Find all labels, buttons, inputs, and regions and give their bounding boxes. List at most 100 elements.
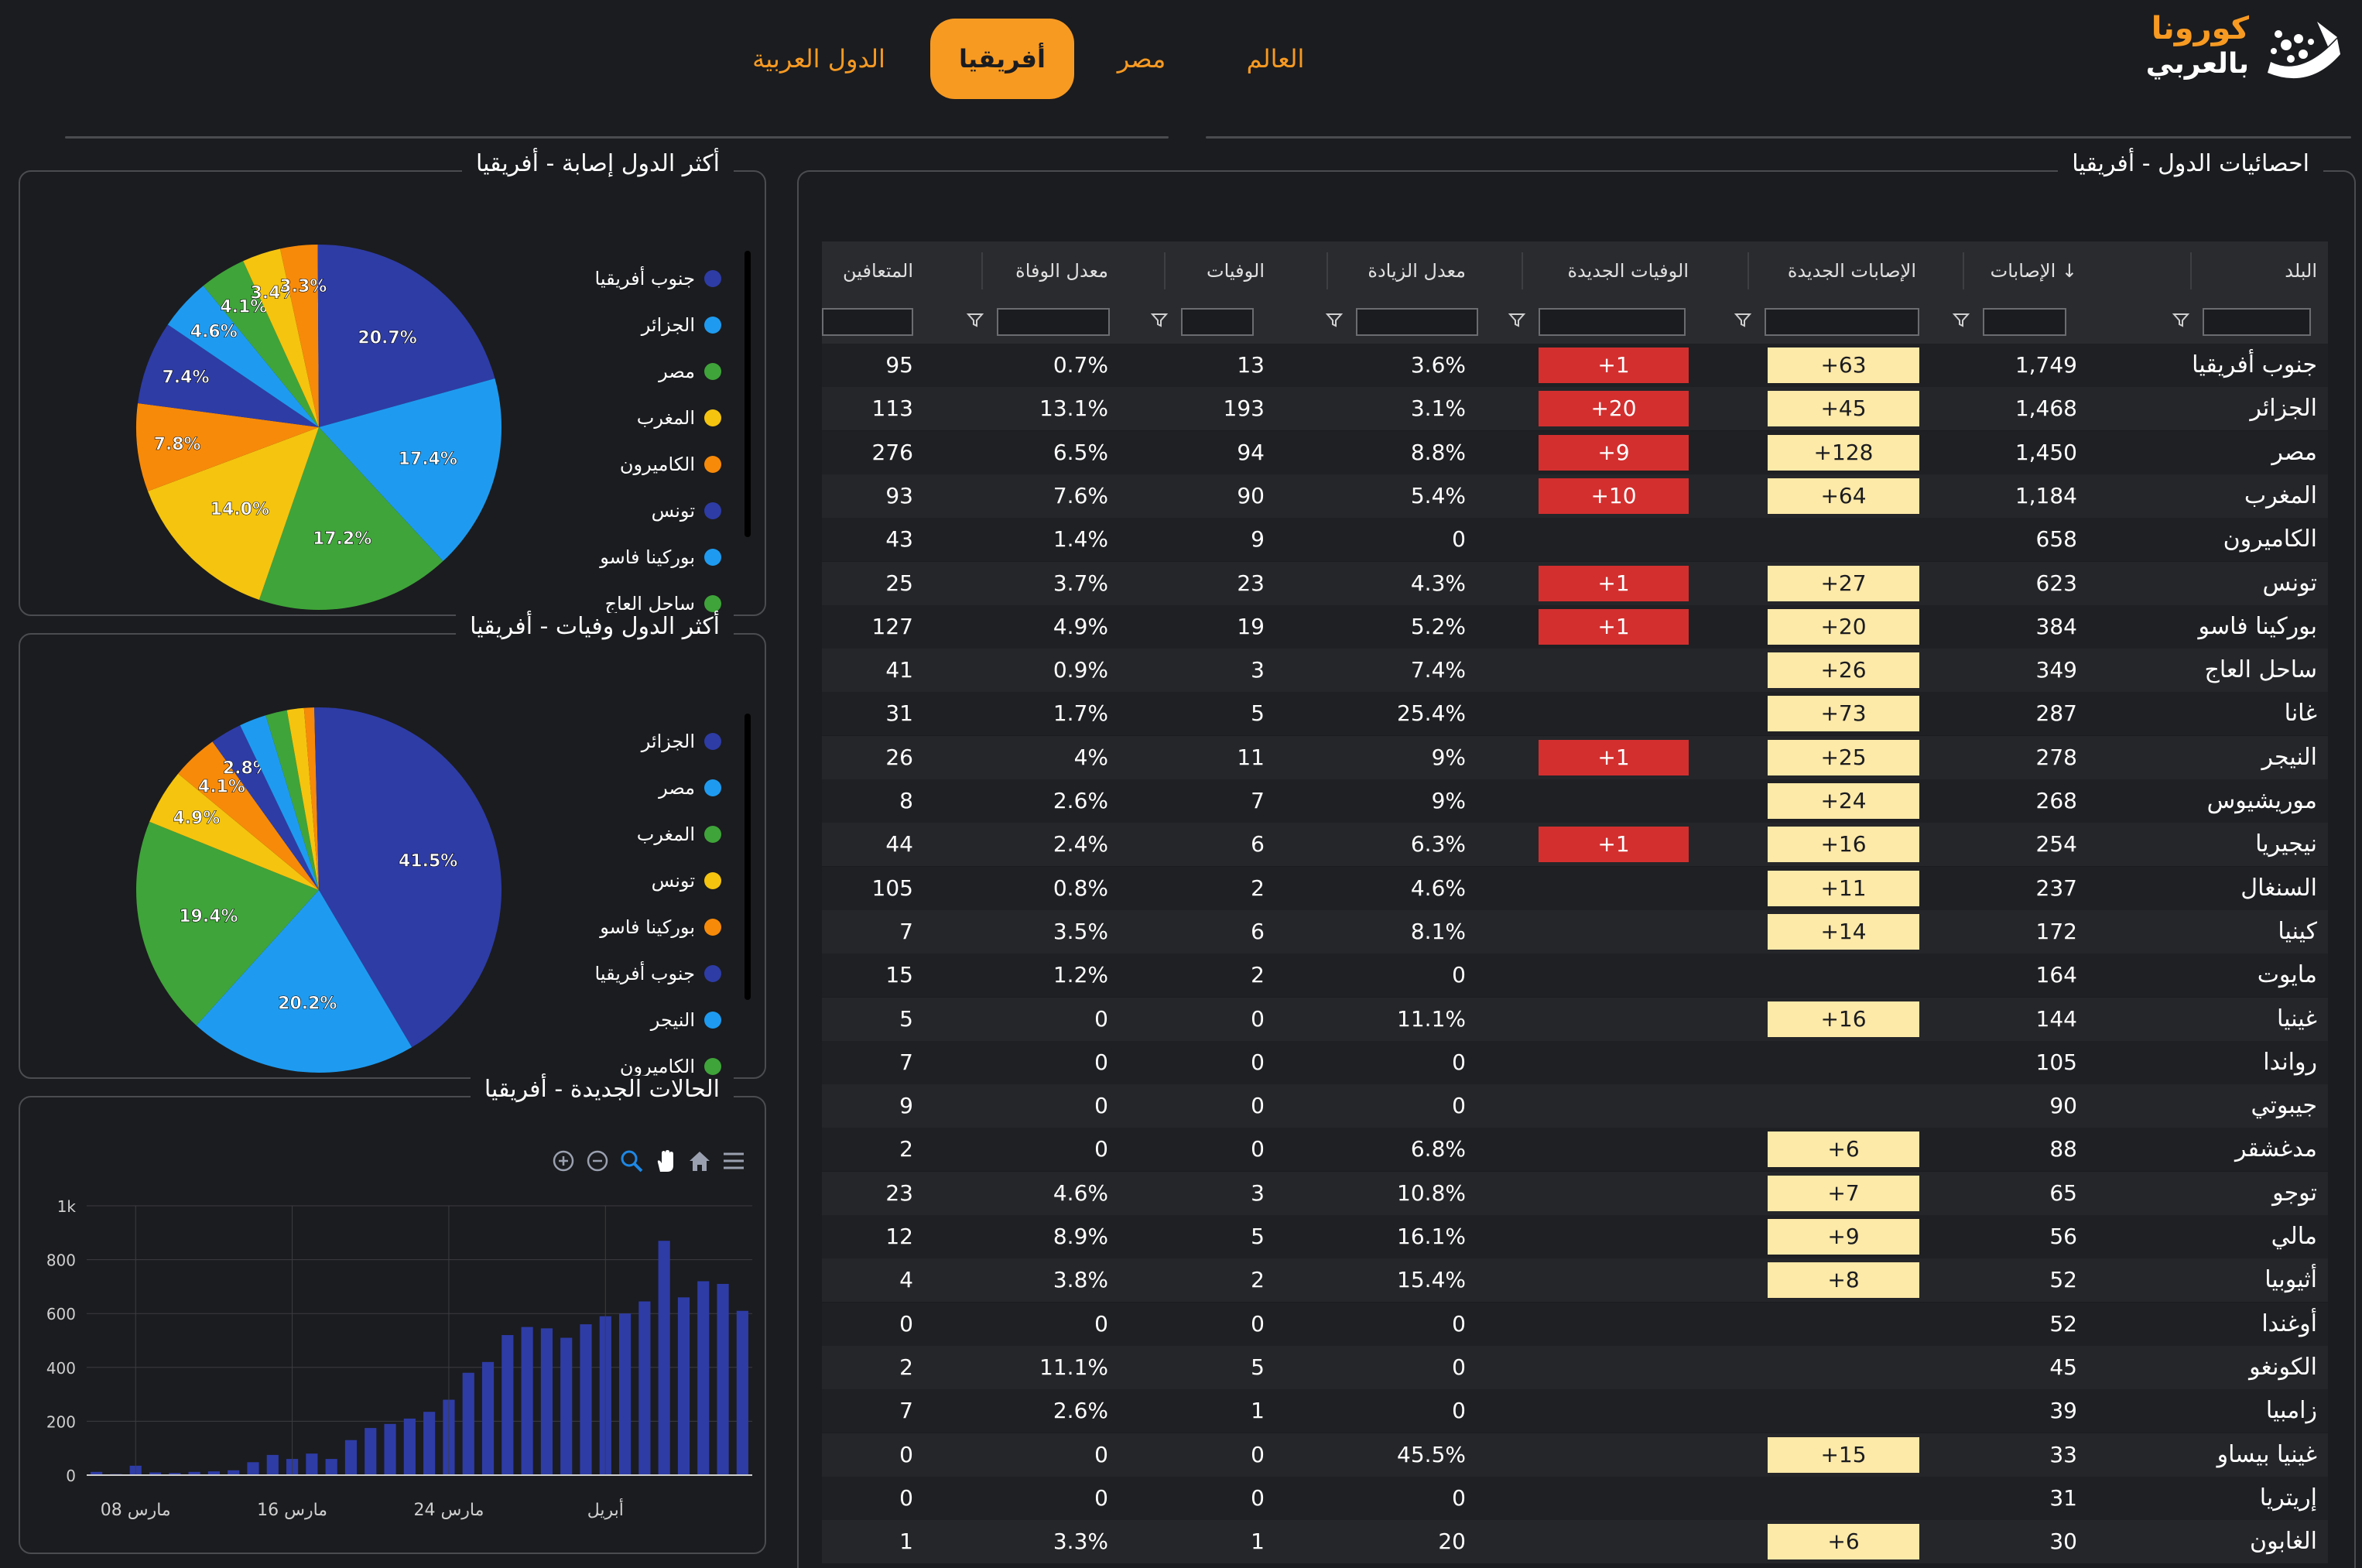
filter-input-fatality-rate[interactable] — [997, 308, 1110, 336]
legend-item[interactable]: المغرب — [637, 819, 721, 850]
filter-input-deaths[interactable] — [1181, 308, 1254, 336]
bar[interactable] — [306, 1453, 318, 1475]
zoom-in-icon[interactable] — [551, 1149, 576, 1173]
table-row[interactable]: موريشيوس 268 +24 9% 7 2.6% 8 — [822, 779, 2328, 823]
table-row[interactable]: غينيا بيساو 33 +15 45.5% 0 0 0 — [822, 1433, 2328, 1477]
filter-input-country[interactable] — [2203, 308, 2311, 336]
column-header-recovered[interactable]: المتعافين — [712, 241, 913, 300]
legend-item[interactable]: مصر — [659, 772, 721, 803]
column-divider[interactable] — [981, 252, 983, 289]
bar[interactable] — [266, 1454, 279, 1475]
bar[interactable] — [658, 1241, 670, 1475]
legend-item[interactable]: تونس — [652, 865, 721, 896]
filter-icon[interactable] — [1150, 311, 1169, 330]
zoom-out-icon[interactable] — [585, 1149, 610, 1173]
column-divider[interactable] — [1164, 252, 1166, 289]
filter-input-cases[interactable] — [1983, 308, 2066, 336]
table-row[interactable]: زامبيا 39 0 1 2.6% 7 — [822, 1389, 2328, 1433]
bar[interactable] — [521, 1327, 533, 1475]
bar[interactable] — [344, 1440, 358, 1475]
legend-scrollbar[interactable] — [745, 714, 751, 1000]
legend-item[interactable]: بوركينا فاسو — [600, 912, 721, 943]
table-row[interactable]: الكونغو 45 0 5 11.1% 2 — [822, 1345, 2328, 1389]
legend-item[interactable]: النيجر — [651, 1005, 721, 1036]
legend-item[interactable]: مصر — [659, 356, 721, 387]
legend-item[interactable]: جنوب أفريقيا — [595, 958, 721, 989]
bar[interactable] — [540, 1328, 553, 1475]
table-row[interactable]: السنغال 237 +11 4.6% 2 0.8% 105 — [822, 866, 2328, 910]
column-divider[interactable] — [1522, 252, 1523, 289]
table-row[interactable]: غانا 287 +73 25.4% 5 1.7% 31 — [822, 692, 2328, 736]
table-row[interactable]: أثيوبيا 52 +8 15.4% 2 3.8% 4 — [822, 1258, 2328, 1303]
bar[interactable] — [325, 1459, 337, 1475]
tab-arab-countries[interactable]: الدول العربية — [732, 19, 905, 99]
legend-item[interactable]: المغرب — [637, 402, 721, 433]
bar[interactable] — [736, 1310, 748, 1475]
home-icon[interactable] — [687, 1149, 712, 1173]
column-header-fatality-rate[interactable]: معدل الوفاة — [907, 241, 1108, 300]
menu-icon[interactable] — [721, 1149, 746, 1173]
table-row[interactable]: الغابون 30 +6 20 1 3.3% 1 — [822, 1520, 2328, 1564]
tab-africa[interactable]: أفريقيا — [930, 19, 1074, 99]
bar[interactable] — [638, 1301, 651, 1475]
filter-input-growth-rate[interactable] — [1356, 308, 1478, 336]
bar[interactable] — [403, 1418, 416, 1475]
column-divider[interactable] — [1326, 252, 1328, 289]
column-header-new-deaths[interactable]: الوفيات الجديدة — [1487, 241, 1689, 300]
legend-item[interactable]: بوركينا فاسو — [600, 542, 721, 573]
filter-input-recovered[interactable] — [822, 308, 913, 336]
bar[interactable] — [501, 1335, 514, 1475]
bar[interactable] — [717, 1283, 729, 1475]
pan-hand-icon[interactable] — [653, 1149, 678, 1173]
filter-icon[interactable] — [966, 311, 984, 330]
legend-item[interactable]: الكاميرون — [620, 449, 721, 480]
table-row[interactable]: نيجيريا 254 +16 +1 6.3% 6 2.4% 44 — [822, 823, 2328, 867]
bar[interactable] — [677, 1297, 690, 1475]
bar[interactable] — [423, 1412, 436, 1475]
column-header-new-cases[interactable]: الإصابات الجديدة — [1715, 241, 1916, 300]
column-divider[interactable] — [1963, 252, 1964, 289]
filter-icon[interactable] — [2172, 311, 2190, 330]
table-row[interactable]: مايوت 164 0 2 1.2% 15 — [822, 953, 2328, 998]
column-header-country[interactable]: البلد — [2116, 241, 2317, 300]
bar[interactable] — [619, 1313, 632, 1475]
table-row[interactable]: الجزائر 1,468 +45 +20 3.1% 193 13.1% 113 — [822, 387, 2328, 431]
tab-world[interactable]: العالم — [1221, 19, 1330, 99]
table-row[interactable]: المغرب 1,184 +64 +10 5.4% 90 7.6% 93 — [822, 474, 2328, 518]
table-row[interactable]: ساحل العاج 349 +26 7.4% 3 0.9% 41 — [822, 649, 2328, 693]
legend-item[interactable]: الجزائر — [642, 726, 721, 757]
table-row[interactable]: غينيا 144 +16 11.1% 0 0 5 — [822, 997, 2328, 1041]
bar[interactable] — [247, 1462, 259, 1475]
bar[interactable] — [365, 1428, 377, 1475]
table-row[interactable]: تونس 623 +27 +1 4.3% 23 3.7% 25 — [822, 561, 2328, 605]
filter-input-new-cases[interactable] — [1765, 308, 1919, 336]
table-row[interactable]: مصر 1,450 +128 +9 8.8% 94 6.5% 276 — [822, 430, 2328, 474]
table-row[interactable]: مدغشقر 88 +6 6.8% 0 0 2 — [822, 1128, 2328, 1172]
legend-item[interactable]: جنوب أفريقيا — [595, 263, 721, 294]
legend-item[interactable]: الجزائر — [642, 310, 721, 341]
table-row[interactable]: رواندا 105 0 0 0 7 — [822, 1040, 2328, 1084]
table-row[interactable]: توجو 65 +7 10.8% 3 4.6% 23 — [822, 1171, 2328, 1215]
column-header-growth-rate[interactable]: معدل الزيادة — [1265, 241, 1466, 300]
tab-egypt[interactable]: مصر — [1099, 19, 1184, 99]
table-row[interactable]: بوركينا فاسو 384 +20 +1 5.2% 19 4.9% 127 — [822, 604, 2328, 649]
table-row[interactable]: النيجر 278 +25 +1 9% 11 4% 26 — [822, 735, 2328, 779]
column-divider[interactable] — [1748, 252, 1749, 289]
filter-icon[interactable] — [1508, 311, 1526, 330]
legend-item[interactable]: تونس — [652, 495, 721, 526]
bar[interactable] — [481, 1361, 495, 1475]
site-logo[interactable]: كورونا بالعربي — [2146, 9, 2345, 87]
table-row[interactable]: مالي 56 +9 16.1% 5 8.9% 12 — [822, 1215, 2328, 1258]
table-row[interactable]: كينيا 172 +14 8.1% 6 3.5% 7 — [822, 909, 2328, 953]
filter-icon[interactable] — [1952, 311, 1970, 330]
table-row[interactable]: أوغندا 52 0 0 0 0 — [822, 1302, 2328, 1346]
table-row[interactable]: إريتريا 31 0 0 0 0 — [822, 1476, 2328, 1520]
table-row[interactable]: الكاميرون 658 0 9 1.4% 43 — [822, 518, 2328, 562]
bar[interactable] — [697, 1281, 710, 1475]
filter-icon[interactable] — [1325, 311, 1344, 330]
bar[interactable] — [560, 1337, 573, 1475]
filter-icon[interactable] — [1734, 311, 1752, 330]
bar[interactable] — [580, 1324, 592, 1475]
bar[interactable] — [462, 1372, 474, 1475]
table-row[interactable]: جنوب أفريقيا 1,749 +63 +1 3.6% 13 0.7% 95 — [822, 344, 2328, 387]
